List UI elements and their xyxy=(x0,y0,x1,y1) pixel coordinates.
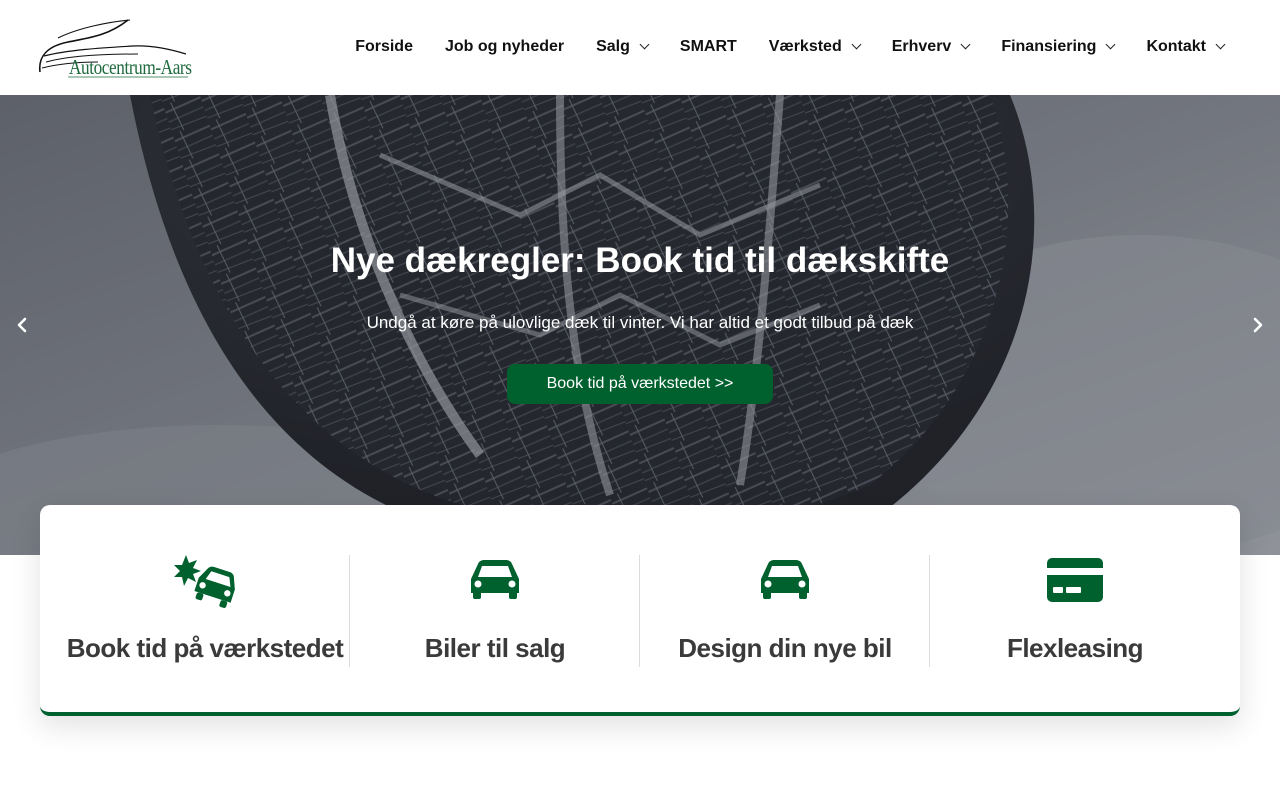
nav-label: Værksted xyxy=(768,38,842,55)
nav-item-finansiering[interactable]: Finansiering xyxy=(985,38,1130,56)
chevron-down-icon xyxy=(1215,39,1226,50)
feature-flexleasing[interactable]: Flexleasing xyxy=(930,555,1220,667)
nav-label: Job og nyheder xyxy=(444,38,565,55)
credit-card-icon xyxy=(930,555,1220,611)
car-crash-icon xyxy=(60,555,350,611)
chevron-down-icon xyxy=(851,39,862,50)
site-header: Autocentrum-Aars Forside Job og nyheder … xyxy=(0,0,1280,95)
feature-book-workshop[interactable]: Book tid på værkstedet xyxy=(60,555,350,667)
nav-item-job-og-nyheder[interactable]: Job og nyheder xyxy=(429,38,580,56)
hero-slider: Nye dækregler: Book tid til dækskifte Un… xyxy=(0,95,1280,555)
feature-card: Book tid på værkstedet Biler til salg De… xyxy=(40,505,1240,716)
feature-label: Design din nye bil xyxy=(678,633,892,663)
chevron-down-icon xyxy=(639,39,650,50)
nav-item-salg[interactable]: Salg xyxy=(580,38,664,56)
nav-item-kontakt[interactable]: Kontakt xyxy=(1130,38,1240,56)
nav-label: Forside xyxy=(355,38,413,55)
nav-item-vaerksted[interactable]: Værksted xyxy=(753,38,876,56)
book-appointment-button[interactable]: Book tid på værkstedet >> xyxy=(507,364,773,404)
chevron-down-icon xyxy=(1105,39,1116,50)
logo-text: Autocentrum-Aars xyxy=(69,55,192,79)
car-icon xyxy=(350,555,640,611)
nav-label: Erhverv xyxy=(891,38,952,55)
nav-item-erhverv[interactable]: Erhverv xyxy=(876,38,986,56)
nav-label: Kontakt xyxy=(1146,38,1206,55)
feature-label: Biler til salg xyxy=(424,633,566,663)
nav-item-smart[interactable]: SMART xyxy=(664,38,753,56)
nav-label: SMART xyxy=(679,38,737,55)
feature-label: Book tid på værkstedet xyxy=(66,633,344,663)
hero-subtitle: Undgå at køre på ulovlige dæk til vinter… xyxy=(366,313,914,332)
hero-title: Nye dækregler: Book tid til dækskifte xyxy=(330,241,950,280)
feature-label: Flexleasing xyxy=(1006,633,1144,663)
nav-label: Salg xyxy=(596,38,630,55)
chevron-down-icon xyxy=(960,39,971,50)
car-icon xyxy=(640,555,930,611)
feature-design-car[interactable]: Design din nye bil xyxy=(640,555,930,667)
nav-item-forside[interactable]: Forside xyxy=(339,38,429,56)
main-nav: Forside Job og nyheder Salg SMART Værkst… xyxy=(339,34,1240,60)
feature-cars-for-sale[interactable]: Biler til salg xyxy=(350,555,640,667)
nav-label: Finansiering xyxy=(1001,38,1097,55)
logo[interactable]: Autocentrum-Aars xyxy=(38,16,192,82)
